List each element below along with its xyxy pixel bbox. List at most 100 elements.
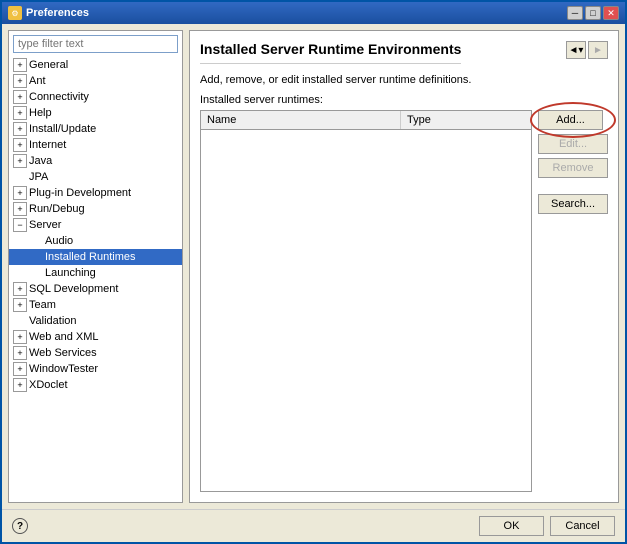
table-and-buttons: Name Type Add... Edit... Remove Search..… — [200, 110, 608, 492]
left-panel: +General+Ant+Connectivity+Help+Install/U… — [8, 30, 183, 503]
button-panel: Add... Edit... Remove Search... — [538, 110, 608, 492]
preferences-window: ⚙ Preferences ─ □ ✕ +General+Ant+Connect… — [0, 0, 627, 544]
tree-item-label: Run/Debug — [29, 203, 85, 215]
tree-item-run-debug[interactable]: +Run/Debug — [9, 201, 182, 217]
expander-icon — [29, 266, 43, 280]
filter-input[interactable] — [13, 35, 178, 53]
expander-icon: + — [13, 138, 27, 152]
nav-back-button[interactable]: ◄▾ — [566, 41, 586, 59]
expander-icon — [13, 314, 27, 328]
expander-icon: + — [13, 154, 27, 168]
tree-item-launching[interactable]: Launching — [9, 265, 182, 281]
expander-icon: + — [13, 106, 27, 120]
tree-item-server[interactable]: −Server — [9, 217, 182, 233]
tree-item-connectivity[interactable]: +Connectivity — [9, 89, 182, 105]
tree-item-help[interactable]: +Help — [9, 105, 182, 121]
search-button[interactable]: Search... — [538, 194, 608, 214]
expander-icon — [13, 170, 27, 184]
panel-description: Add, remove, or edit installed server ru… — [200, 74, 608, 86]
expander-icon: + — [13, 90, 27, 104]
expander-icon: + — [13, 282, 27, 296]
nav-forward-button[interactable]: ► — [588, 41, 608, 59]
tree-item-label: Help — [29, 107, 52, 119]
tree-item-web-services[interactable]: +Web Services — [9, 345, 182, 361]
bottom-left: ? — [12, 518, 28, 534]
window-title: Preferences — [26, 7, 89, 19]
bottom-bar: ? OK Cancel — [2, 509, 625, 542]
expander-icon: + — [13, 378, 27, 392]
expander-icon: + — [13, 330, 27, 344]
table-body — [201, 130, 531, 491]
col-name: Name — [201, 111, 401, 129]
titlebar-left: ⚙ Preferences — [8, 6, 89, 20]
add-btn-container: Add... — [538, 110, 608, 130]
runtimes-table: Name Type — [200, 110, 532, 492]
ok-button[interactable]: OK — [479, 516, 544, 536]
titlebar-buttons: ─ □ ✕ — [567, 6, 619, 20]
tree-item-label: Launching — [45, 267, 96, 279]
minimize-button[interactable]: ─ — [567, 6, 583, 20]
expander-icon: + — [13, 346, 27, 360]
edit-button[interactable]: Edit... — [538, 134, 608, 154]
tree-item-label: Validation — [29, 315, 77, 327]
close-button[interactable]: ✕ — [603, 6, 619, 20]
titlebar: ⚙ Preferences ─ □ ✕ — [2, 2, 625, 24]
tree-item-ant[interactable]: +Ant — [9, 73, 182, 89]
tree-item-java[interactable]: +Java — [9, 153, 182, 169]
expander-icon: + — [13, 186, 27, 200]
add-button[interactable]: Add... — [538, 110, 603, 130]
expander-icon: + — [13, 58, 27, 72]
tree-item-label: Server — [29, 219, 61, 231]
tree-item-label: Web and XML — [29, 331, 99, 343]
expander-icon: + — [13, 362, 27, 376]
tree-item-xdoclet[interactable]: +XDoclet — [9, 377, 182, 393]
expander-icon: − — [13, 218, 27, 232]
tree-item-installed-runtimes[interactable]: Installed Runtimes — [9, 249, 182, 265]
tree-item-label: Internet — [29, 139, 66, 151]
bottom-right: OK Cancel — [479, 516, 615, 536]
cancel-button[interactable]: Cancel — [550, 516, 615, 536]
tree-item-sql-dev[interactable]: +SQL Development — [9, 281, 182, 297]
main-content: +General+Ant+Connectivity+Help+Install/U… — [2, 24, 625, 509]
tree-item-plugin-dev[interactable]: +Plug-in Development — [9, 185, 182, 201]
tree-item-label: Team — [29, 299, 56, 311]
tree-item-label: Audio — [45, 235, 73, 247]
window-icon: ⚙ — [8, 6, 22, 20]
tree-item-window-tester[interactable]: +WindowTester — [9, 361, 182, 377]
right-panel: Installed Server Runtime Environments ◄▾… — [189, 30, 619, 503]
tree-item-label: Connectivity — [29, 91, 89, 103]
tree-item-general[interactable]: +General — [9, 57, 182, 73]
tree-item-label: Plug-in Development — [29, 187, 131, 199]
nav-controls: ◄▾ ► — [566, 41, 608, 59]
expander-icon — [29, 234, 43, 248]
tree-item-jpa[interactable]: JPA — [9, 169, 182, 185]
tree-item-audio[interactable]: Audio — [9, 233, 182, 249]
table-header: Name Type — [201, 111, 531, 130]
tree-item-label: Web Services — [29, 347, 97, 359]
tree-item-install-update[interactable]: +Install/Update — [9, 121, 182, 137]
expander-icon: + — [13, 74, 27, 88]
tree-container: +General+Ant+Connectivity+Help+Install/U… — [9, 57, 182, 502]
tree-item-internet[interactable]: +Internet — [9, 137, 182, 153]
tree-item-label: Installed Runtimes — [45, 251, 136, 263]
remove-button[interactable]: Remove — [538, 158, 608, 178]
expander-icon: + — [13, 202, 27, 216]
help-icon[interactable]: ? — [12, 518, 28, 534]
col-type: Type — [401, 111, 531, 129]
tree-item-web-xml[interactable]: +Web and XML — [9, 329, 182, 345]
right-panel-header: Installed Server Runtime Environments ◄▾… — [200, 41, 608, 70]
tree-item-label: Install/Update — [29, 123, 96, 135]
tree-item-label: Ant — [29, 75, 46, 87]
tree-item-label: XDoclet — [29, 379, 68, 391]
runtimes-label: Installed server runtimes: — [200, 94, 608, 106]
tree-item-label: SQL Development — [29, 283, 118, 295]
maximize-button[interactable]: □ — [585, 6, 601, 20]
tree-item-label: Java — [29, 155, 52, 167]
expander-icon: + — [13, 122, 27, 136]
tree-item-label: WindowTester — [29, 363, 98, 375]
expander-icon — [29, 250, 43, 264]
tree-item-validation[interactable]: Validation — [9, 313, 182, 329]
tree-item-team[interactable]: +Team — [9, 297, 182, 313]
panel-title: Installed Server Runtime Environments — [200, 41, 461, 64]
tree-item-label: JPA — [29, 171, 48, 183]
